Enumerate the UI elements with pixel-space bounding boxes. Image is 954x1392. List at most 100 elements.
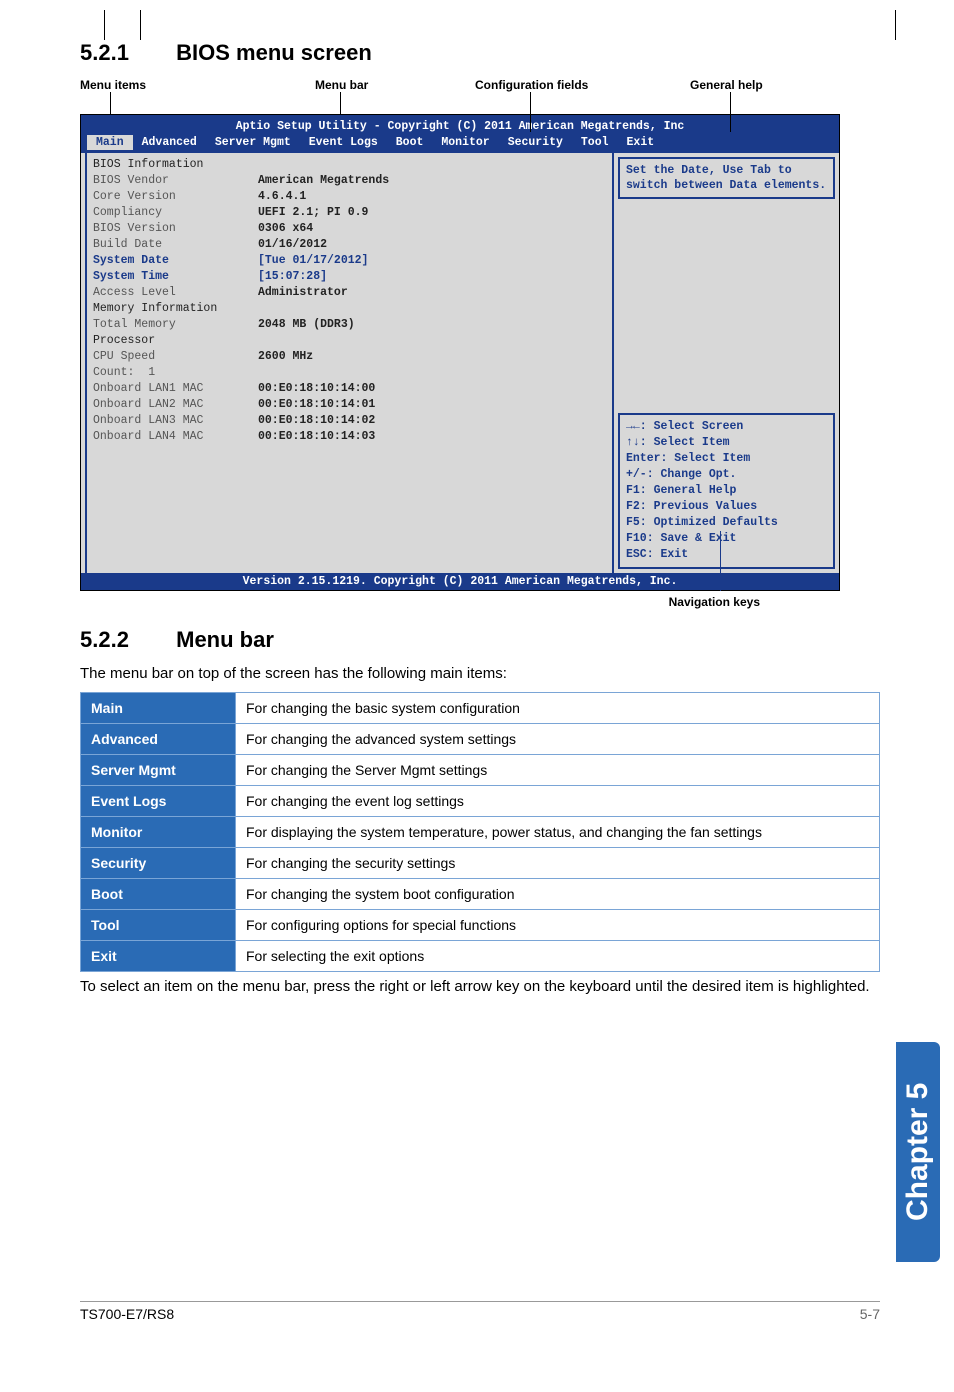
- label-general-help: General help: [690, 78, 763, 92]
- bios-tab-main[interactable]: Main: [87, 135, 133, 150]
- table-desc-cell: For displaying the system temperature, p…: [236, 817, 880, 848]
- bios-nav-line: F5: Optimized Defaults: [626, 515, 827, 531]
- bios-field-label: Onboard LAN2 MAC: [93, 397, 258, 413]
- footer-page: 5-7: [860, 1306, 880, 1322]
- table-header-cell: Advanced: [81, 724, 236, 755]
- bios-row: Onboard LAN3 MAC00:E0:18:10:14:02: [93, 413, 606, 429]
- section-heading-522: 5.2.2 Menu bar: [80, 627, 904, 653]
- table-header-cell: Exit: [81, 941, 236, 972]
- bios-nav-line: +/-: Change Opt.: [626, 467, 827, 483]
- bios-row: Onboard LAN1 MAC00:E0:18:10:14:00: [93, 381, 606, 397]
- bios-field-label: BIOS Version: [93, 221, 258, 237]
- bios-row: Total Memory2048 MB (DDR3): [93, 317, 606, 333]
- bios-field-label: BIOS Vendor: [93, 173, 258, 189]
- table-desc-cell: For configuring options for special func…: [236, 910, 880, 941]
- bios-field-value: [15:07:28]: [258, 269, 327, 285]
- label-nav-keys: Navigation keys: [80, 595, 840, 609]
- table-header-cell: Monitor: [81, 817, 236, 848]
- table-desc-cell: For selecting the exit options: [236, 941, 880, 972]
- bios-field-label: Compliancy: [93, 205, 258, 221]
- bios-tab-monitor[interactable]: Monitor: [432, 135, 498, 150]
- bios-field-value: 00:E0:18:10:14:00: [258, 381, 375, 397]
- bios-field-label: Core Version: [93, 189, 258, 205]
- table-row: MainFor changing the basic system config…: [81, 693, 880, 724]
- bios-row: Processor: [93, 333, 606, 349]
- bios-footer: Version 2.15.1219. Copyright (C) 2011 Am…: [81, 573, 839, 590]
- bios-field-value: [Tue 01/17/2012]: [258, 253, 368, 269]
- bios-field-value: Administrator: [258, 285, 348, 301]
- bios-field-value: 00:E0:18:10:14:03: [258, 429, 375, 445]
- bios-title: Aptio Setup Utility - Copyright (C) 2011…: [81, 118, 839, 135]
- table-header-cell: Server Mgmt: [81, 755, 236, 786]
- bios-tab-advanced[interactable]: Advanced: [133, 135, 206, 150]
- table-row: MonitorFor displaying the system tempera…: [81, 817, 880, 848]
- footer-model: TS700-E7/RS8: [80, 1306, 174, 1322]
- bios-row: BIOS Information: [93, 157, 606, 173]
- bios-row: Access LevelAdministrator: [93, 285, 606, 301]
- bios-row[interactable]: System Time[15:07:28]: [93, 269, 606, 285]
- bios-nav-line: Enter: Select Item: [626, 451, 827, 467]
- bios-nav-line: F1: General Help: [626, 483, 827, 499]
- table-header-cell: Event Logs: [81, 786, 236, 817]
- bios-row: CompliancyUEFI 2.1; PI 0.9: [93, 205, 606, 221]
- bios-row: Build Date01/16/2012: [93, 237, 606, 253]
- bios-field-value: American Megatrends: [258, 173, 389, 189]
- table-desc-cell: For changing the basic system configurat…: [236, 693, 880, 724]
- page-footer: TS700-E7/RS8 5-7: [80, 1301, 880, 1322]
- table-row: ToolFor configuring options for special …: [81, 910, 880, 941]
- table-row: AdvancedFor changing the advanced system…: [81, 724, 880, 755]
- bios-tab-tool[interactable]: Tool: [572, 135, 618, 150]
- bios-nav-line: →←: Select Screen: [626, 419, 827, 435]
- section-number: 5.2.1: [80, 40, 170, 66]
- table-row: ExitFor selecting the exit options: [81, 941, 880, 972]
- bios-field-label: System Date: [93, 253, 258, 269]
- bios-field-value: 0306 x64: [258, 221, 313, 237]
- table-header-cell: Main: [81, 693, 236, 724]
- section-number: 5.2.2: [80, 627, 170, 653]
- bios-nav-line: F2: Previous Values: [626, 499, 827, 515]
- bios-header: Aptio Setup Utility - Copyright (C) 2011…: [81, 115, 839, 153]
- bios-field-value: 4.6.4.1: [258, 189, 306, 205]
- bios-tab-bar: MainAdvancedServer MgmtEvent LogsBootMon…: [81, 135, 839, 153]
- bios-screen: Aptio Setup Utility - Copyright (C) 2011…: [80, 114, 840, 591]
- bios-nav-line: ↑↓: Select Item: [626, 435, 827, 451]
- bios-nav-line: F10: Save & Exit: [626, 531, 827, 547]
- bios-row: Count: 1: [93, 365, 606, 381]
- bios-field-label: Onboard LAN4 MAC: [93, 429, 258, 445]
- section-title: Menu bar: [176, 627, 274, 652]
- bios-row: Onboard LAN4 MAC00:E0:18:10:14:03: [93, 429, 606, 445]
- bios-field-label: Access Level: [93, 285, 258, 301]
- bios-field-label: Build Date: [93, 237, 258, 253]
- bios-field-label: Onboard LAN3 MAC: [93, 413, 258, 429]
- section-heading-521: 5.2.1 BIOS menu screen: [80, 40, 904, 66]
- table-row: SecurityFor changing the security settin…: [81, 848, 880, 879]
- bios-field-label: BIOS Information: [93, 157, 258, 173]
- bios-tab-event-logs[interactable]: Event Logs: [300, 135, 387, 150]
- table-header-cell: Boot: [81, 879, 236, 910]
- bios-field-label: System Time: [93, 269, 258, 285]
- after-table-text: To select an item on the menu bar, press…: [80, 978, 880, 995]
- bios-row: BIOS Version0306 x64: [93, 221, 606, 237]
- bios-tab-security[interactable]: Security: [499, 135, 572, 150]
- table-row: Event LogsFor changing the event log set…: [81, 786, 880, 817]
- bios-row: Onboard LAN2 MAC00:E0:18:10:14:01: [93, 397, 606, 413]
- bios-field-label: CPU Speed: [93, 349, 258, 365]
- bios-tab-exit[interactable]: Exit: [618, 135, 664, 150]
- table-row: Server MgmtFor changing the Server Mgmt …: [81, 755, 880, 786]
- section-description: The menu bar on top of the screen has th…: [80, 665, 904, 682]
- bios-diagram: Menu items Menu bar Configuration fields…: [80, 78, 904, 609]
- bios-field-label: Count: 1: [93, 365, 258, 381]
- bios-field-value: UEFI 2.1; PI 0.9: [258, 205, 368, 221]
- bios-row: CPU Speed2600 MHz: [93, 349, 606, 365]
- label-config-fields: Configuration fields: [475, 78, 588, 92]
- menu-bar-table: MainFor changing the basic system config…: [80, 692, 880, 972]
- bios-row[interactable]: System Date[Tue 01/17/2012]: [93, 253, 606, 269]
- table-desc-cell: For changing the system boot configurati…: [236, 879, 880, 910]
- bios-field-value: 2048 MB (DDR3): [258, 317, 355, 333]
- bios-tab-server-mgmt[interactable]: Server Mgmt: [206, 135, 300, 150]
- table-desc-cell: For changing the event log settings: [236, 786, 880, 817]
- bios-tab-boot[interactable]: Boot: [387, 135, 433, 150]
- bios-row: BIOS VendorAmerican Megatrends: [93, 173, 606, 189]
- chapter-tab: Chapter 5: [896, 1042, 940, 1262]
- bios-field-label: Total Memory: [93, 317, 258, 333]
